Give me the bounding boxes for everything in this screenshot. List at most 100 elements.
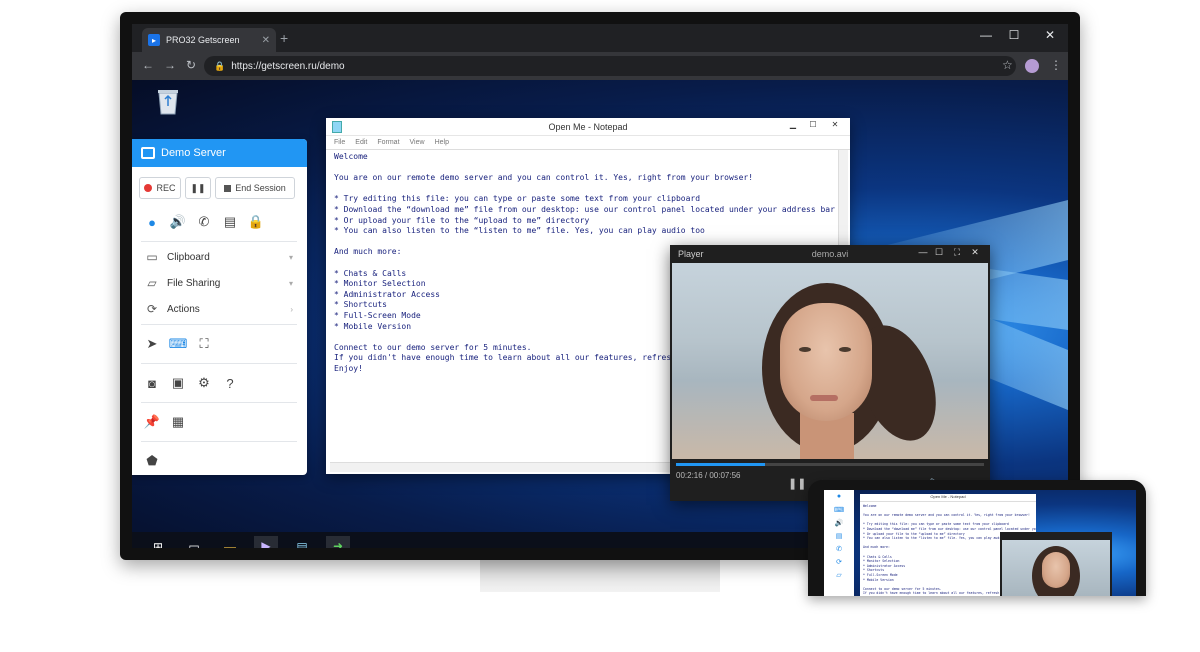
record-button[interactable]: REC: [139, 177, 181, 199]
cursor-icon[interactable]: ➤: [145, 336, 159, 351]
tablet-player-window: [1000, 532, 1112, 596]
menu-file-sharing[interactable]: ▱ File Sharing ▾: [132, 270, 307, 296]
video-frame[interactable]: [672, 263, 988, 459]
menu-help[interactable]: Help: [435, 139, 449, 146]
close-window-button[interactable]: ✕: [1040, 28, 1060, 42]
notepad-line: * Or upload your file to the “upload to …: [334, 215, 590, 225]
menu-label: Actions: [167, 303, 200, 315]
connection-icon: [141, 147, 155, 159]
getscreen-taskbar-icon[interactable]: ➜: [326, 536, 350, 548]
file-explorer-icon[interactable]: ▬: [218, 536, 242, 548]
pause-button[interactable]: ❚❚: [185, 177, 211, 199]
divider: [141, 363, 297, 364]
address-bar[interactable]: 🔒 https://getscreen.ru/demo: [204, 56, 1016, 76]
grid-select-icon[interactable]: ▦: [171, 414, 185, 429]
player-pause-button[interactable]: ❚❚: [788, 477, 806, 490]
profile-avatar[interactable]: [1025, 59, 1039, 73]
chat-icon[interactable]: ▤: [824, 529, 854, 542]
browser-toolbar: ← → ↻ 🔒 https://getscreen.ru/demo ☆ ⋮: [132, 52, 1068, 80]
minimize-button[interactable]: —: [976, 28, 996, 42]
player-titlebar[interactable]: Player demo.avi — ☐ ⛶ ✕: [670, 245, 990, 263]
fullscreen-icon[interactable]: ⛶: [197, 336, 211, 351]
bookmark-star-icon[interactable]: ☆: [1002, 58, 1013, 72]
extra-tools: ⬟: [132, 444, 307, 478]
browser-menu-icon[interactable]: ⋮: [1050, 58, 1062, 72]
divider: [141, 402, 297, 403]
view-tools: 📌 ▦: [132, 405, 307, 439]
video-eye-shape: [839, 347, 851, 352]
keyboard-icon[interactable]: ⌨: [169, 336, 188, 351]
media-player-icon[interactable]: ▶: [254, 536, 278, 548]
speaker-icon[interactable]: 🔊: [824, 516, 854, 529]
menu-clipboard[interactable]: ▭ Clipboard ▾: [132, 244, 307, 270]
back-arrow-icon[interactable]: ←: [142, 58, 154, 72]
notepad-title: Open Me - Notepad: [548, 121, 628, 132]
folder-icon: ▱: [147, 276, 157, 290]
gear-icon[interactable]: ⚙: [197, 375, 211, 390]
tab-close-icon[interactable]: ✕: [262, 35, 270, 46]
getscreen-favicon-icon: ▸: [148, 34, 160, 46]
player-maximize-button[interactable]: ☐: [932, 247, 946, 258]
menu-view[interactable]: View: [410, 139, 425, 146]
url-text: https://getscreen.ru/demo: [231, 60, 345, 72]
menu-file[interactable]: File: [334, 139, 345, 146]
folder-icon[interactable]: ▱: [824, 568, 854, 581]
notepad-line: [334, 184, 832, 195]
monitor-stand: [480, 560, 720, 592]
menu-actions[interactable]: ⟳ Actions ›: [132, 296, 307, 322]
player-fullscreen-button[interactable]: ⛶: [950, 247, 964, 258]
playback-progress-bar[interactable]: [676, 463, 984, 466]
camera-icon[interactable]: ◙: [145, 376, 159, 391]
end-session-button[interactable]: End Session: [215, 177, 295, 199]
notepad-minimize-button[interactable]: ▁: [784, 120, 802, 132]
remote-desktop[interactable]: Demo Server REC ❚❚ End Session ● 🔊 ✆ ▤ 🔒…: [132, 80, 1068, 532]
chip-icon[interactable]: ▣: [171, 375, 185, 390]
menu-format[interactable]: Format: [377, 139, 399, 146]
notepad-close-button[interactable]: ✕: [826, 120, 844, 132]
notepad-maximize-button[interactable]: ☐: [804, 120, 822, 132]
tablet-screen: ● ⌨ 🔊 ▤ ✆ ⟳ ▱ Open Me - Notepad Welcome …: [824, 490, 1136, 596]
forward-arrow-icon[interactable]: →: [164, 58, 176, 72]
actions-icon[interactable]: ⟳: [824, 555, 854, 568]
divider: [141, 441, 297, 442]
player-window[interactable]: Player demo.avi — ☐ ⛶ ✕ 00:2:16 / 00:07:…: [670, 245, 990, 501]
control-panel: Demo Server REC ❚❚ End Session ● 🔊 ✆ ▤ 🔒…: [132, 139, 307, 475]
tablet-notepad-title: Open Me - Notepad: [860, 494, 1036, 502]
user-icon[interactable]: ●: [145, 215, 159, 230]
chat-icon[interactable]: ▤: [223, 214, 237, 229]
pin-icon[interactable]: 📌: [144, 414, 160, 429]
phone-icon[interactable]: ✆: [197, 214, 211, 229]
menu-edit[interactable]: Edit: [355, 139, 367, 146]
menu-label: File Sharing: [167, 277, 221, 289]
tab-title: PRO32 Getscreen: [166, 35, 240, 45]
notepad-line: [334, 163, 832, 174]
tablet-video-frame: [1002, 540, 1110, 596]
notepad-titlebar[interactable]: Open Me - Notepad ▁ ☐ ✕: [326, 118, 850, 136]
help-icon[interactable]: ?: [223, 376, 237, 391]
browser-tab[interactable]: ▸ PRO32 Getscreen ✕: [142, 28, 276, 52]
video-face-shape: [780, 303, 872, 421]
player-close-button[interactable]: ✕: [968, 247, 982, 258]
speaker-icon[interactable]: 🔊: [170, 214, 186, 229]
maximize-button[interactable]: ☐: [1004, 28, 1024, 42]
new-tab-button[interactable]: +: [280, 30, 288, 46]
keyboard-icon[interactable]: ⌨: [824, 503, 854, 516]
chevron-down-icon: ▾: [288, 252, 293, 262]
phone-icon[interactable]: ✆: [824, 542, 854, 555]
notepad-taskbar-icon[interactable]: ▤: [290, 536, 314, 548]
record-dot-icon: [144, 184, 153, 192]
reload-icon[interactable]: ↻: [186, 58, 196, 72]
stop-icon: [224, 184, 232, 192]
panel-header[interactable]: Demo Server: [132, 139, 307, 167]
user-icon[interactable]: ●: [824, 490, 854, 503]
windows-start-icon[interactable]: ⊞: [146, 536, 170, 548]
notepad-line: * You can also listen to the “listen to …: [334, 226, 705, 236]
recycle-bin-icon[interactable]: [154, 86, 182, 116]
shield-icon[interactable]: ⬟: [145, 453, 159, 468]
player-minimize-button[interactable]: —: [916, 247, 930, 257]
task-view-icon[interactable]: ▭: [182, 536, 206, 548]
lock-icon[interactable]: 🔒: [248, 214, 264, 229]
video-eye-shape: [799, 347, 811, 352]
notepad-menubar: File Edit Format View Help: [326, 136, 850, 150]
chevron-right-icon: ›: [290, 304, 293, 314]
